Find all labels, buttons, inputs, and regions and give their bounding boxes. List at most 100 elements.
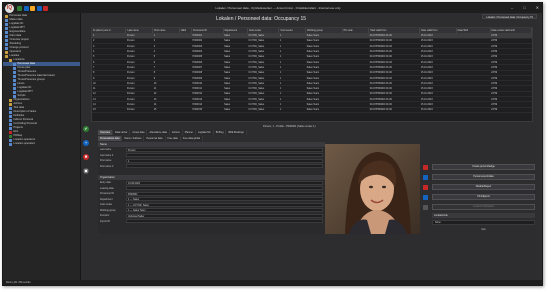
- field-input[interactable]: [126, 219, 323, 224]
- action-button[interactable]: Person/export/data: [432, 174, 535, 180]
- field-label: Import ID: [100, 219, 110, 223]
- quick-access-icon[interactable]: [43, 5, 48, 11]
- person-photo: [325, 144, 420, 234]
- detail-tab[interactable]: Planner: [183, 130, 196, 135]
- field-label: Last name: [100, 148, 112, 152]
- field-input[interactable]: P000001: [126, 191, 323, 196]
- quick-access-icon[interactable]: [17, 5, 22, 11]
- folder-icon: [13, 74, 16, 78]
- table-cell: 1: [278, 107, 306, 113]
- close-button[interactable]: ✕: [536, 5, 539, 10]
- folder-icon: [5, 38, 8, 42]
- detail-tab[interactable]: BI Blog: [214, 130, 227, 135]
- table-cell: P000015: [191, 107, 224, 113]
- detail-subtab[interactable]: Personalnote data: [98, 136, 123, 141]
- field-label: Last name 2: [100, 153, 114, 157]
- record-action-button[interactable]: +: [83, 140, 89, 146]
- detail-tab[interactable]: Logdata NC: [196, 130, 214, 135]
- folder-icon: [5, 42, 8, 46]
- folder-icon: [9, 138, 12, 142]
- table-cell: 15: [92, 107, 126, 113]
- record-action-button[interactable]: ✖: [83, 154, 89, 160]
- action-button[interactable]: Disable/Reject: [432, 184, 535, 190]
- folder-icon: [9, 114, 12, 118]
- publication-select[interactable]: None: [432, 220, 535, 225]
- field-input[interactable]: [126, 153, 323, 158]
- action-icon: [423, 204, 428, 210]
- detail-tabs: Overview Data carrier Group data Attendance…: [98, 130, 247, 135]
- record-action-button[interactable]: ✔: [83, 126, 89, 132]
- detail-subtab[interactable]: Personnel data: [144, 136, 166, 141]
- action-icon: [423, 164, 428, 170]
- folder-icon: [5, 50, 8, 54]
- table-cell: 23:59: [490, 107, 532, 113]
- action-row: Location Publication: [423, 203, 535, 211]
- field-input[interactable]: 01.09.2023: [126, 180, 323, 185]
- app-logo: IQ: [5, 3, 14, 13]
- detail-tab[interactable]: Overview: [98, 130, 113, 135]
- record-action-button[interactable]: ▣: [83, 168, 89, 174]
- table-cell: Sales Team: [305, 107, 343, 113]
- field-label: Cost center: [100, 203, 113, 207]
- detail-tab[interactable]: Data carrier: [113, 130, 131, 135]
- folder-icon: [5, 34, 8, 38]
- action-row: Print/Export: [423, 193, 535, 201]
- quick-access-icon[interactable]: [23, 5, 29, 11]
- field-input[interactable]: Person: [126, 147, 323, 152]
- detail-subtab[interactable]: Free data global: [181, 136, 204, 141]
- field-label: Working group: [100, 208, 116, 212]
- form-row: Personnel ID P000001: [98, 191, 325, 197]
- action-button[interactable]: Print/Export: [432, 194, 535, 200]
- form-row: Last name 2: [98, 153, 325, 159]
- folder-icon: [9, 130, 12, 134]
- detail-subtab[interactable]: Free data: [166, 136, 181, 141]
- name-fields: Last name Person Last name 2 First name 1 Fir…: [98, 147, 325, 169]
- detail-tab[interactable]: Attendance data: [147, 130, 170, 135]
- table-cell: [342, 107, 369, 113]
- folder-icon: [5, 14, 8, 18]
- form-row: Entry date 01.09.2023: [98, 180, 325, 186]
- form-row: Last name Person: [98, 147, 325, 153]
- detail-tab[interactable]: Group data: [130, 130, 148, 135]
- folder-icon: [9, 110, 12, 114]
- field-input[interactable]: 1 — Sales Team: [126, 208, 323, 213]
- folder-icon: [5, 54, 8, 58]
- action-button[interactable]: Create person/badge: [432, 164, 535, 170]
- publication-go-button[interactable]: Go: [432, 227, 535, 232]
- field-label: Leaving date: [100, 186, 114, 190]
- detail-tab[interactable]: Actions: [170, 130, 183, 135]
- field-input[interactable]: 1 — CCYND_Sales: [126, 202, 323, 207]
- field-label: Department: [100, 197, 113, 201]
- quick-access-icon[interactable]: [30, 5, 35, 11]
- detail-subtab[interactable]: Name / Address: [122, 136, 145, 141]
- form-row: First name 1: [98, 158, 325, 164]
- sidebar-item[interactable]: Location operatie1: [3, 142, 80, 146]
- minimize-button[interactable]: –: [511, 5, 513, 10]
- field-input[interactable]: Verkoper/Seller: [126, 213, 323, 218]
- quick-access-icon[interactable]: [36, 5, 42, 11]
- action-icon: [423, 184, 428, 190]
- table-cell: [179, 107, 192, 113]
- table-cell: Person: [125, 107, 153, 113]
- detail-header: Person, 1 - Profile - P000001 (Sales cen…: [263, 125, 316, 128]
- form-row: Import ID: [98, 219, 325, 225]
- field-input[interactable]: 1 — Sales: [126, 197, 323, 202]
- folder-icon: [5, 30, 8, 34]
- detail-tab[interactable]: BDE Bookings: [226, 130, 247, 135]
- folder-icon: [5, 18, 8, 22]
- folder-icon: [9, 102, 12, 106]
- field-input[interactable]: [126, 186, 323, 191]
- folder-icon: [13, 86, 16, 90]
- table-cell: 15.10.2023: [419, 107, 457, 113]
- field-input[interactable]: 1: [126, 158, 323, 163]
- field-input[interactable]: [126, 164, 323, 169]
- action-button: Location Publication: [432, 204, 535, 210]
- maximize-button[interactable]: □: [523, 5, 525, 10]
- table-row[interactable]: 15 Person 15 P000015 Sales CCYND_Sales 1 Sales …: [92, 107, 532, 113]
- navigation-sidebar: Personeel data Maker data Logdata NC Logdat…: [3, 13, 81, 281]
- folder-icon: [13, 90, 16, 94]
- folder-icon: [13, 82, 16, 86]
- portrait-image: [325, 144, 420, 234]
- folder-icon: [9, 106, 12, 110]
- tab-occupancy[interactable]: Lokalen / Personeel data: Occupancy 15: [482, 14, 537, 19]
